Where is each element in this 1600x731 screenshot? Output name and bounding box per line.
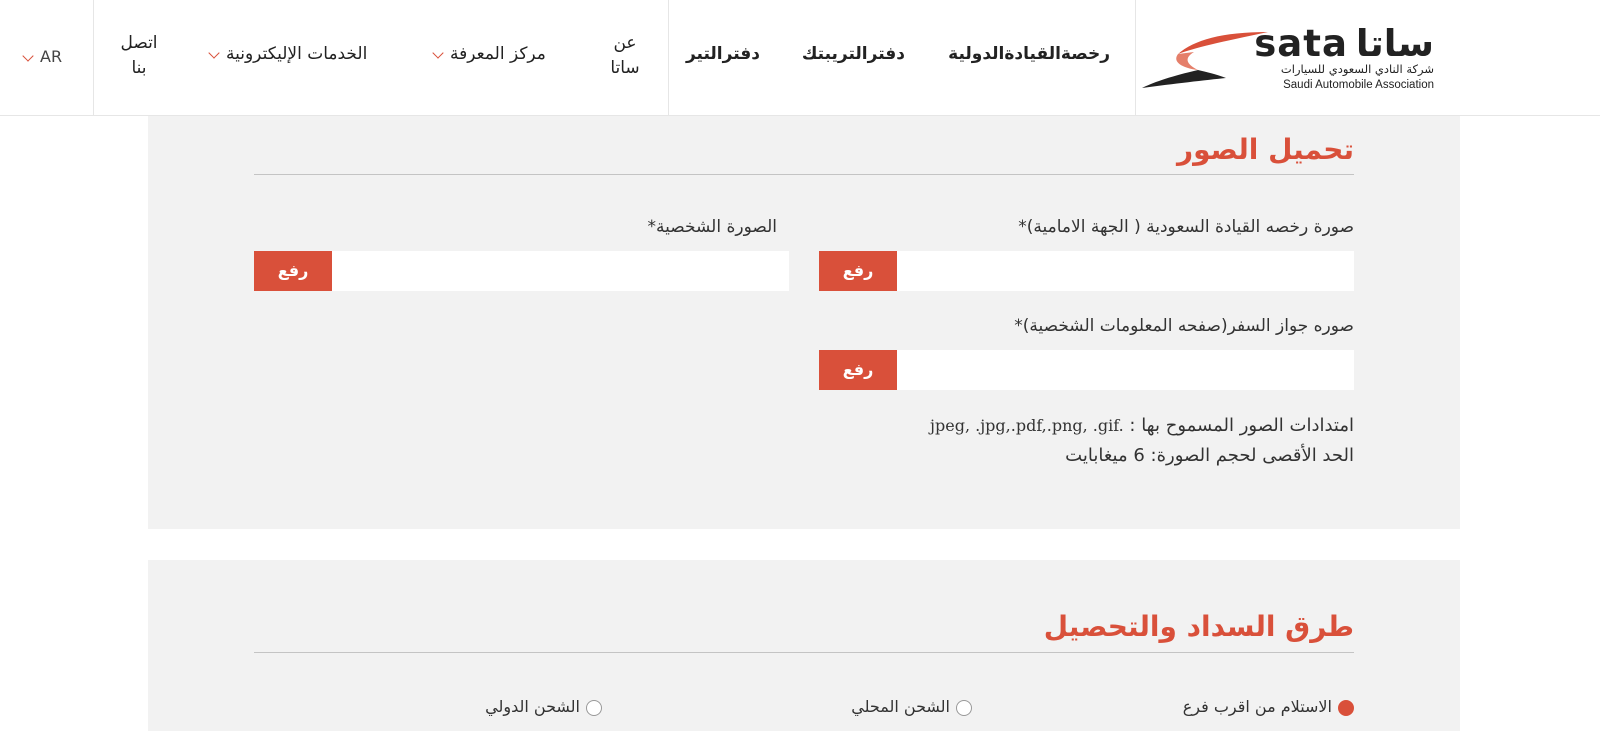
allowed-extensions-note: امتدادات الصور المسموح بها : jpeg, .jpg,… (930, 415, 1354, 436)
nav-contact-line1: اتصل (120, 33, 158, 53)
section-title: تحميل الصور (1176, 133, 1354, 166)
radio-selected-icon (1338, 699, 1354, 716)
sata-logo[interactable]: sata ساتا شركة النادي السعودي للسيارات Sa… (1142, 22, 1438, 98)
logo-wordmark: sata ساتا (1254, 22, 1434, 65)
personal-photo-label: الصورة الشخصية* (647, 217, 777, 237)
radio-pickup-branch[interactable]: الاستلام من اقرب فرع (1183, 697, 1354, 716)
nav-about-line1: عن (613, 33, 637, 53)
personal-photo-upload[interactable]: رفع (254, 251, 789, 291)
passport-image-label: صوره جواز السفر(صفحه المعلومات الشخصية)* (1014, 316, 1354, 336)
site-header: sata ساتا شركة النادي السعودي للسيارات Sa… (0, 0, 1600, 116)
chevron-down-icon (208, 46, 220, 59)
radio-label: الشحن الدولي (485, 697, 580, 716)
nav-eservices-label: الخدمات الإليكترونية (226, 44, 368, 64)
passport-image-upload[interactable]: رفع (819, 350, 1354, 390)
logo-subtitle-ar: شركة النادي السعودي للسيارات (1280, 62, 1434, 76)
nav-contact-line2: بنا (131, 58, 147, 78)
chevron-down-icon (432, 46, 444, 59)
license-image-upload[interactable]: رفع (819, 251, 1354, 291)
nav-contact[interactable]: اتصل بنا (112, 31, 166, 81)
nav-knowledge-center[interactable]: مركز المعرفة (432, 44, 546, 64)
section-divider (254, 652, 1354, 653)
logo-subtitle-en: Saudi Automobile Association (1283, 79, 1434, 91)
language-switcher[interactable]: AR (22, 47, 62, 66)
header-divider (93, 0, 94, 116)
nav-knowledge-label: مركز المعرفة (450, 44, 546, 64)
radio-label: الشحن المحلي (851, 697, 950, 716)
upload-button[interactable]: رفع (254, 251, 332, 291)
chevron-down-icon (22, 49, 34, 62)
nav-eservices[interactable]: الخدمات الإليكترونية (208, 44, 368, 64)
upload-images-section: تحميل الصور صورة رخصه القيادة السعودية (… (148, 116, 1460, 529)
radio-unselected-icon (586, 699, 602, 716)
section-title: طرق السداد والتحصيل (1043, 610, 1354, 643)
upload-button[interactable]: رفع (819, 251, 897, 291)
nav-about[interactable]: عن ساتا (600, 31, 650, 81)
radio-label: الاستلام من اقرب فرع (1182, 697, 1332, 716)
language-label: AR (40, 47, 63, 66)
max-size-note: الحد الأقصى لحجم الصورة: 6 ميغابايت (1065, 445, 1354, 466)
header-divider (1135, 0, 1136, 116)
logo-latin: sata (1254, 22, 1348, 65)
logo-arabic: ساتا (1355, 22, 1434, 65)
nav-idp[interactable]: رخصةالقيادةالدولية (948, 44, 1110, 64)
header-divider (668, 0, 669, 116)
section-divider (254, 174, 1354, 175)
extensions-label: امتدادات الصور المسموح بها : (1123, 415, 1354, 436)
radio-unselected-icon (956, 699, 972, 716)
nav-triptyque[interactable]: دفترالتريبتك (802, 44, 905, 64)
nav-about-line2: ساتا (610, 58, 640, 78)
upload-button[interactable]: رفع (819, 350, 897, 390)
nav-tir[interactable]: دفترالتير (686, 44, 760, 64)
license-image-label: صورة رخصه القيادة السعودية ( الجهة الاما… (1018, 217, 1354, 237)
logo-swoosh-icon (1142, 32, 1268, 88)
extensions-value: jpeg, .jpg,.pdf,.png, .gif. (930, 416, 1124, 435)
radio-local-shipping[interactable]: الشحن المحلي (851, 697, 972, 716)
radio-international-shipping[interactable]: الشحن الدولي (485, 697, 602, 716)
payment-methods-section: طرق السداد والتحصيل الاستلام من اقرب فرع… (148, 560, 1460, 731)
